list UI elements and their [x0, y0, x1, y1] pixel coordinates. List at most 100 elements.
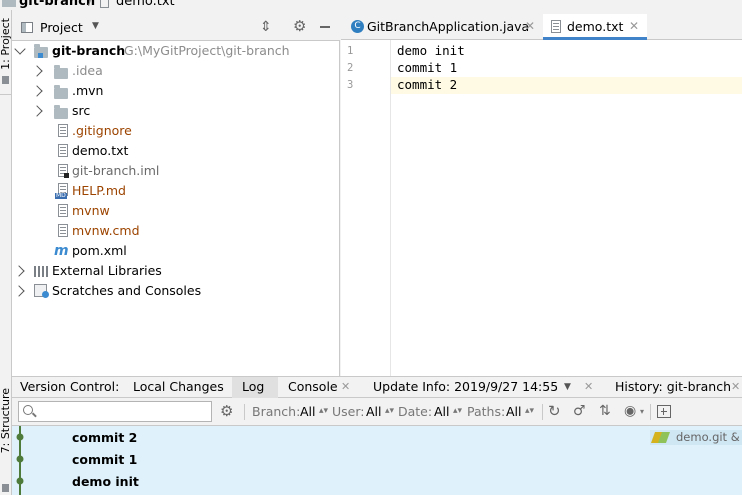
text-file-icon [58, 224, 68, 237]
branch-filter-label[interactable]: Branch: [252, 398, 300, 426]
breadcrumb-file-icon [100, 0, 109, 9]
user-filter-value[interactable]: All [366, 398, 382, 426]
text-file-icon [58, 204, 68, 217]
editor-tab-bar: C GitBranchApplication.java ✕ demo.txt ✕ [341, 14, 742, 40]
gear-icon[interactable]: ⚙ [293, 19, 306, 34]
user-filter-label[interactable]: User: [332, 398, 364, 426]
close-icon[interactable]: ✕ [731, 377, 740, 398]
code-line[interactable]: commit 2 [397, 77, 457, 92]
eye-icon[interactable]: ◉ [624, 404, 636, 418]
commit-message[interactable]: demo init [72, 474, 139, 489]
tree-item-external-libraries[interactable]: External Libraries [12, 261, 340, 281]
folder-icon [54, 65, 68, 79]
commit-list[interactable]: commit 2 commit 1 demo init demo.git & r [12, 426, 742, 495]
tree-root-label: git-branch [52, 43, 126, 58]
refresh-icon[interactable]: ↻ [548, 404, 561, 419]
navigation-breadcrumb: git-branch / demo.txt [0, 0, 742, 10]
collapse-all-icon[interactable]: ⇕ [260, 20, 272, 34]
project-header: Project ▼ ⇕ ⚙ [12, 14, 340, 41]
project-tool-tab[interactable]: 1: Project [0, 18, 12, 70]
filter-dropdown-icon[interactable]: ▴▾ [525, 398, 534, 426]
tree-item-label: .gitignore [72, 123, 132, 138]
tab-demo-txt[interactable]: demo.txt ✕ [543, 14, 647, 40]
date-filter-label[interactable]: Date: [398, 398, 432, 426]
tree-item-label: Scratches and Consoles [52, 283, 202, 298]
tree-item-mvnw-cmd[interactable]: mvnw.cmd [12, 221, 340, 241]
tab-gitbranchapplication[interactable]: C GitBranchApplication.java ✕ [347, 14, 541, 40]
chevron-down-icon[interactable]: ▼ [92, 21, 99, 31]
toolbar-separator [650, 404, 651, 420]
tree-item-root[interactable]: git-branch G:\MyGitProject\git-branch [12, 41, 340, 61]
filter-dropdown-icon[interactable]: ▴▾ [385, 398, 394, 426]
paths-filter-label[interactable]: Paths: [467, 398, 505, 426]
filter-dropdown-icon[interactable]: ▴▾ [453, 398, 462, 426]
new-tab-icon[interactable] [657, 405, 671, 418]
tree-item-iml[interactable]: git-branch.iml [12, 161, 340, 181]
code-line[interactable]: demo init [397, 43, 465, 58]
log-search-input[interactable] [41, 403, 207, 420]
date-filter-value[interactable]: All [434, 398, 450, 426]
tree-item-demo-txt[interactable]: demo.txt [12, 141, 340, 161]
tab-history[interactable]: History: git-branch [615, 377, 731, 398]
module-badge-icon [64, 173, 69, 178]
tree-item-label: src [72, 103, 91, 118]
project-tool-window: Project ▼ ⇕ ⚙ git-branch G:\MyGitProject… [12, 14, 340, 376]
text-file-icon [58, 144, 68, 157]
tree-item-idea[interactable]: .idea [12, 61, 340, 81]
tree-item-mvn[interactable]: .mvn [12, 81, 340, 101]
expand-arrow-icon[interactable] [14, 43, 26, 55]
expand-arrow-icon[interactable] [13, 285, 25, 297]
expand-arrow-icon[interactable] [31, 65, 43, 77]
tab-log[interactable]: Log [232, 377, 278, 398]
graph-node [16, 455, 24, 463]
expand-arrow-icon[interactable] [31, 85, 43, 97]
scratches-badge-icon [42, 291, 49, 298]
tab-update-info[interactable]: Update Info: 2019/9/27 14:55 [373, 377, 558, 398]
tree-item-help-md[interactable]: MD HELP.md [12, 181, 340, 201]
graph-node [16, 433, 24, 441]
tab-local-changes[interactable]: Local Changes [133, 377, 224, 398]
tree-item-label: .mvn [72, 83, 104, 98]
left-tool-strip: 1: Project 7: Structure [0, 10, 12, 495]
close-icon[interactable]: ✕ [629, 14, 639, 39]
close-icon[interactable]: ✕ [341, 377, 350, 398]
project-view-title[interactable]: Project [40, 20, 83, 35]
tree-item-label: HELP.md [72, 183, 126, 198]
version-control-tab-bar: Version Control: Local Changes Log Conso… [12, 376, 742, 398]
chevron-down-icon[interactable]: ▼ [564, 377, 571, 398]
log-search-field[interactable] [18, 401, 212, 422]
branch-filter-value[interactable]: All [300, 398, 316, 426]
breadcrumb-file[interactable]: demo.txt [116, 0, 175, 9]
search-icon-handle [32, 412, 37, 418]
tree-item-gitignore[interactable]: .gitignore [12, 121, 340, 141]
editor-area[interactable]: 1 2 3 demo init commit 1 commit 2 [341, 40, 742, 376]
hide-panel-icon[interactable] [320, 26, 330, 28]
structure-tool-tab[interactable]: 7: Structure [0, 388, 12, 453]
chevron-down-icon[interactable]: ▾ [640, 398, 644, 426]
cherry-pick-icon[interactable]: ♂ [573, 404, 586, 418]
code-line[interactable]: commit 1 [397, 60, 457, 75]
sort-icon[interactable]: ⇅ [599, 404, 611, 418]
close-icon[interactable]: ✕ [584, 377, 593, 398]
tree-item-label: External Libraries [52, 263, 162, 278]
commit-graph [16, 426, 24, 495]
breadcrumb-project[interactable]: git-branch [19, 0, 95, 9]
tree-item-scratches[interactable]: Scratches and Consoles [12, 281, 340, 301]
expand-arrow-icon[interactable] [31, 105, 43, 117]
commit-message[interactable]: commit 2 [72, 430, 137, 445]
folder-icon [54, 85, 68, 99]
graph-node [16, 477, 24, 485]
tree-item-mvnw[interactable]: mvnw [12, 201, 340, 221]
log-settings-gear-icon[interactable]: ⚙ [220, 404, 233, 419]
commit-message[interactable]: commit 1 [72, 452, 137, 467]
paths-filter-value[interactable]: All [506, 398, 522, 426]
line-number: 1 [347, 45, 354, 57]
close-icon[interactable]: ✕ [525, 14, 535, 39]
expand-arrow-icon[interactable] [13, 265, 25, 277]
filter-dropdown-icon[interactable]: ▴▾ [319, 398, 328, 426]
tree-item-src[interactable]: src [12, 101, 340, 121]
tree-item-pom[interactable]: m pom.xml [12, 241, 340, 261]
toolbar-separator [244, 404, 245, 420]
tab-console[interactable]: Console [288, 377, 338, 398]
tree-item-label: mvnw [72, 203, 110, 218]
